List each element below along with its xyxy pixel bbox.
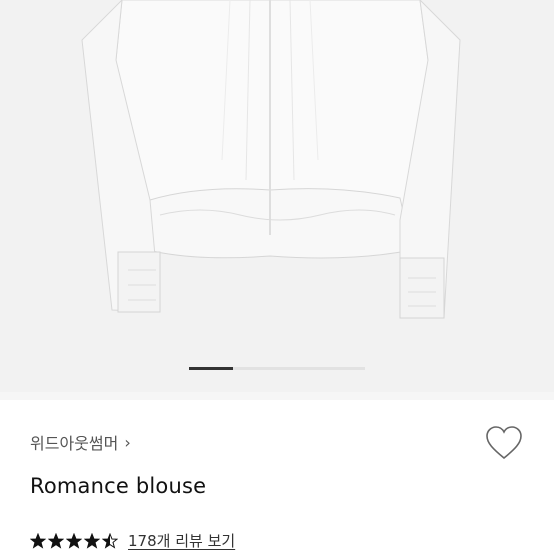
brand-link[interactable]: 위드아웃썸머 › [30,430,131,454]
review-link[interactable]: 178개 리뷰 보기 [128,530,235,551]
star-full-icon [66,532,82,549]
star-half-icon [102,532,118,549]
product-image-carousel[interactable] [0,0,554,392]
pager-active-indicator [189,367,233,370]
carousel-pager [189,367,365,370]
section-divider [0,392,554,400]
product-photo [0,0,554,392]
chevron-right-icon: › [124,432,131,452]
product-title: Romance blouse [30,474,207,498]
heart-outline-icon[interactable] [485,425,523,461]
rating-row: 178개 리뷰 보기 [30,530,235,551]
star-full-icon [48,532,64,549]
star-full-icon [30,532,46,549]
star-full-icon [84,532,100,549]
rating-stars [30,532,118,549]
brand-name: 위드아웃썸머 [30,434,119,453]
